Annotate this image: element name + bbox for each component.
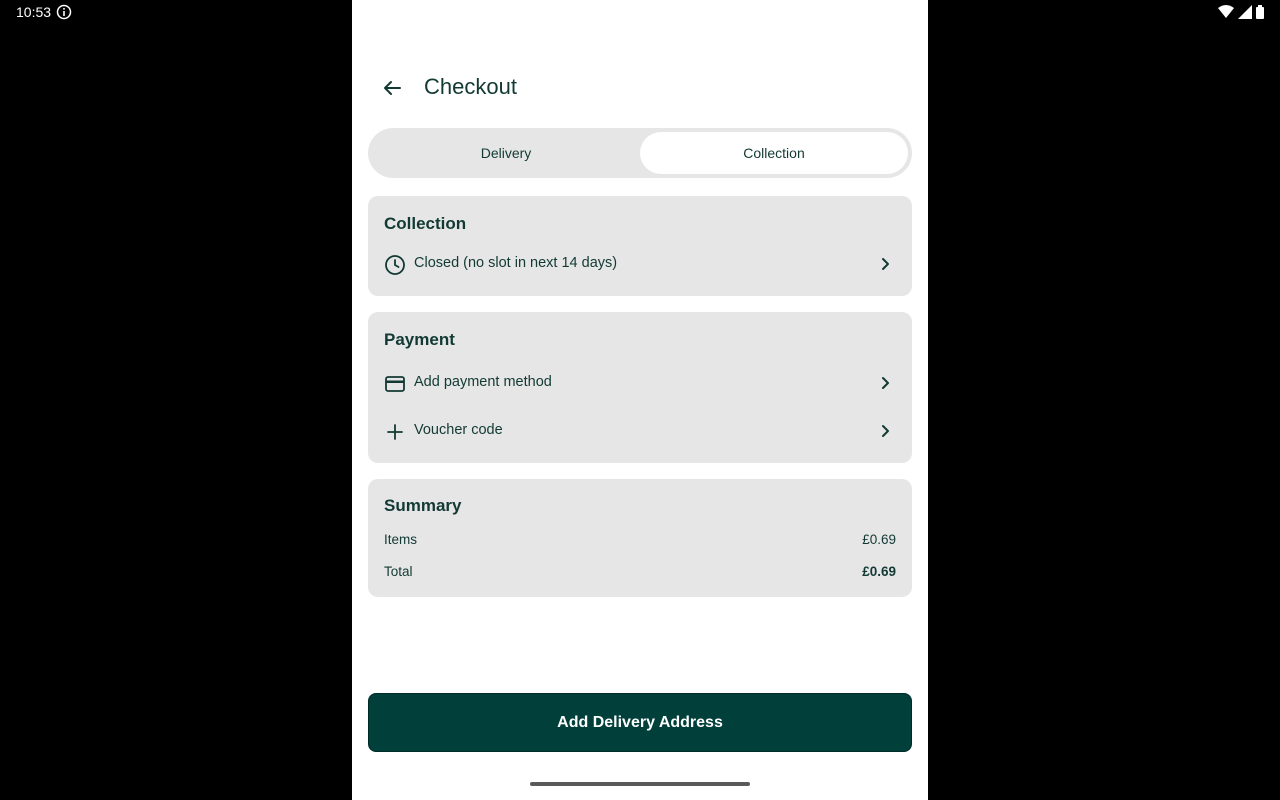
summary-items-row: Items £0.69 <box>384 532 896 547</box>
add-payment-method-row[interactable]: Add payment method <box>368 363 912 403</box>
back-button[interactable] <box>376 72 408 104</box>
summary-total-value: £0.69 <box>862 564 896 579</box>
summary-title: Summary <box>384 496 462 515</box>
plus-icon <box>384 421 406 443</box>
battery-icon <box>1256 5 1264 24</box>
chevron-right-icon <box>876 422 894 440</box>
summary-items-label: Items <box>384 532 418 547</box>
chevron-right-icon <box>876 374 894 392</box>
signal-icon <box>1238 5 1252 24</box>
summary-card: Summary Items £0.69 Total £0.69 <box>368 479 912 597</box>
summary-total-label: Total <box>384 564 413 579</box>
chevron-right-icon <box>876 255 894 273</box>
wifi-icon <box>1218 5 1234 24</box>
status-time: 10:53 <box>16 4 52 20</box>
collection-card: Collection Closed (no slot in next 14 da… <box>368 196 912 296</box>
collection-slot-row[interactable]: Closed (no slot in next 14 days) <box>368 244 912 284</box>
tab-delivery[interactable]: Delivery <box>372 132 640 174</box>
clock-icon <box>384 254 406 276</box>
add-payment-method-label: Add payment method <box>414 374 552 390</box>
home-indicator[interactable] <box>530 782 750 786</box>
fulfilment-toggle: Delivery Collection <box>368 128 912 178</box>
credit-card-icon <box>384 373 406 395</box>
page-title: Checkout <box>424 74 517 99</box>
arrow-back-icon <box>384 81 401 95</box>
collection-title: Collection <box>384 214 467 233</box>
collection-slot-label: Closed (no slot in next 14 days) <box>414 255 618 271</box>
payment-title: Payment <box>384 330 455 349</box>
summary-total-row: Total £0.69 <box>384 564 896 579</box>
summary-items-value: £0.69 <box>862 532 896 547</box>
top-app-bar: Checkout <box>352 64 928 112</box>
voucher-code-label: Voucher code <box>414 422 503 438</box>
info-icon <box>56 4 72 20</box>
voucher-code-row[interactable]: Voucher code <box>368 411 912 451</box>
add-delivery-address-button[interactable]: Add Delivery Address <box>368 693 912 752</box>
tab-collection[interactable]: Collection <box>640 132 908 174</box>
payment-card: Payment Add payment method Voucher code <box>368 312 912 463</box>
checkout-screen: Checkout Delivery Collection Collection … <box>352 0 928 800</box>
